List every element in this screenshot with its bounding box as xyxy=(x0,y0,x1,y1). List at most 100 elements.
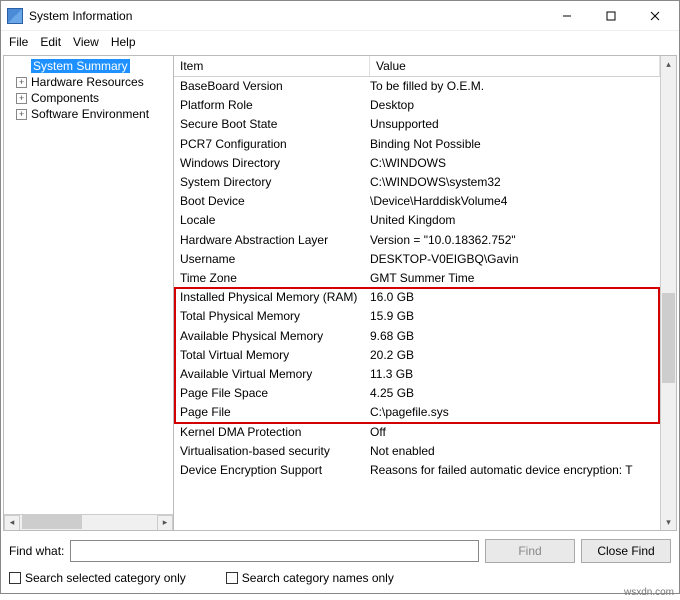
table-row[interactable]: System DirectoryC:\WINDOWS\system32 xyxy=(174,173,660,192)
table-row[interactable]: PCR7 ConfigurationBinding Not Possible xyxy=(174,135,660,154)
cell-item: PCR7 Configuration xyxy=(180,135,370,154)
maximize-button[interactable] xyxy=(589,2,633,30)
table-row[interactable]: LocaleUnited Kingdom xyxy=(174,211,660,230)
window: System Information File Edit View Help +… xyxy=(0,0,680,594)
cell-value: 4.25 GB xyxy=(370,384,654,403)
checkbox-icon xyxy=(226,572,238,584)
cell-item: Total Physical Memory xyxy=(180,307,370,326)
cell-item: Page File Space xyxy=(180,384,370,403)
cell-value: \Device\HarddiskVolume4 xyxy=(370,192,654,211)
cell-item: Available Physical Memory xyxy=(180,327,370,346)
watermark: wsxdn.com xyxy=(624,587,674,598)
cell-item: Hardware Abstraction Layer xyxy=(180,231,370,250)
window-title: System Information xyxy=(29,9,545,23)
cell-item: Kernel DMA Protection xyxy=(180,423,370,442)
tree-label: Hardware Resources xyxy=(31,75,144,89)
menubar: File Edit View Help xyxy=(1,31,679,53)
list-view[interactable]: Item Value BaseBoard VersionTo be filled… xyxy=(174,56,660,530)
table-row[interactable]: BaseBoard VersionTo be filled by O.E.M. xyxy=(174,77,660,96)
tree-view[interactable]: + System Summary + Hardware Resources + … xyxy=(4,56,174,530)
table-row[interactable]: Boot Device\Device\HarddiskVolume4 xyxy=(174,192,660,211)
table-row[interactable]: Windows DirectoryC:\WINDOWS xyxy=(174,154,660,173)
list-body: BaseBoard VersionTo be filled by O.E.M.P… xyxy=(174,77,660,480)
find-button[interactable]: Find xyxy=(485,539,575,563)
tree-horizontal-scrollbar[interactable]: ◂ ▸ xyxy=(4,514,173,530)
cell-item: Time Zone xyxy=(180,269,370,288)
cell-value: Off xyxy=(370,423,654,442)
table-row[interactable]: Secure Boot StateUnsupported xyxy=(174,115,660,134)
split-pane: + System Summary + Hardware Resources + … xyxy=(3,55,677,531)
table-row[interactable]: Device Encryption SupportReasons for fai… xyxy=(174,461,660,480)
find-label: Find what: xyxy=(9,544,64,558)
check-selected-category[interactable]: Search selected category only xyxy=(9,571,186,585)
cell-item: Username xyxy=(180,250,370,269)
cell-value: C:\WINDOWS\system32 xyxy=(370,173,654,192)
cell-item: Device Encryption Support xyxy=(180,461,370,480)
app-icon xyxy=(7,8,23,24)
cell-value: Binding Not Possible xyxy=(370,135,654,154)
table-row[interactable]: Total Virtual Memory20.2 GB xyxy=(174,346,660,365)
cell-value: Reasons for failed automatic device encr… xyxy=(370,461,654,480)
menu-file[interactable]: File xyxy=(9,35,28,49)
cell-value: C:\WINDOWS xyxy=(370,154,654,173)
scroll-left-icon[interactable]: ◂ xyxy=(4,515,20,531)
cell-value: 15.9 GB xyxy=(370,307,654,326)
scroll-down-icon[interactable]: ▾ xyxy=(661,514,676,530)
expand-icon[interactable]: + xyxy=(16,93,27,104)
check-category-names[interactable]: Search category names only xyxy=(226,571,394,585)
table-row[interactable]: Page FileC:\pagefile.sys xyxy=(174,403,660,422)
table-row[interactable]: Time ZoneGMT Summer Time xyxy=(174,269,660,288)
cell-value: DESKTOP-V0EIGBQ\Gavin xyxy=(370,250,654,269)
cell-item: Locale xyxy=(180,211,370,230)
tree-item-components[interactable]: + Components xyxy=(4,90,173,106)
table-row[interactable]: Available Virtual Memory11.3 GB xyxy=(174,365,660,384)
scroll-track[interactable] xyxy=(20,515,157,531)
tree-label: Software Environment xyxy=(31,107,149,121)
scroll-up-icon[interactable]: ▴ xyxy=(661,56,676,72)
minimize-button[interactable] xyxy=(545,2,589,30)
tree-item-system-summary[interactable]: + System Summary xyxy=(4,58,173,74)
expand-icon[interactable]: + xyxy=(16,77,27,88)
checkbox-icon xyxy=(9,572,21,584)
cell-value: To be filled by O.E.M. xyxy=(370,77,654,96)
table-row[interactable]: Available Physical Memory9.68 GB xyxy=(174,327,660,346)
menu-help[interactable]: Help xyxy=(111,35,136,49)
expand-icon[interactable]: + xyxy=(16,109,27,120)
table-row[interactable]: Total Physical Memory15.9 GB xyxy=(174,307,660,326)
table-row[interactable]: Installed Physical Memory (RAM)16.0 GB xyxy=(174,288,660,307)
find-options: Search selected category only Search cat… xyxy=(1,569,679,593)
cell-value: 16.0 GB xyxy=(370,288,654,307)
find-input[interactable] xyxy=(70,540,479,562)
close-find-button[interactable]: Close Find xyxy=(581,539,671,563)
scroll-thumb[interactable] xyxy=(662,293,675,383)
menu-edit[interactable]: Edit xyxy=(40,35,61,49)
scroll-thumb[interactable] xyxy=(22,515,82,529)
table-row[interactable]: Hardware Abstraction LayerVersion = "10.… xyxy=(174,231,660,250)
cell-item: Available Virtual Memory xyxy=(180,365,370,384)
vertical-scrollbar[interactable]: ▴ ▾ xyxy=(660,56,676,530)
scroll-track[interactable] xyxy=(661,72,676,514)
table-row[interactable]: UsernameDESKTOP-V0EIGBQ\Gavin xyxy=(174,250,660,269)
close-button[interactable] xyxy=(633,2,677,30)
titlebar: System Information xyxy=(1,1,679,31)
cell-value: United Kingdom xyxy=(370,211,654,230)
column-value[interactable]: Value xyxy=(370,56,660,76)
table-row[interactable]: Virtualisation-based securityNot enabled xyxy=(174,442,660,461)
cell-value: 20.2 GB xyxy=(370,346,654,365)
check-label: Search category names only xyxy=(242,571,394,585)
tree-item-software-environment[interactable]: + Software Environment xyxy=(4,106,173,122)
table-row[interactable]: Page File Space4.25 GB xyxy=(174,384,660,403)
scroll-right-icon[interactable]: ▸ xyxy=(157,515,173,531)
cell-item: System Directory xyxy=(180,173,370,192)
table-row[interactable]: Platform RoleDesktop xyxy=(174,96,660,115)
list-wrap: Item Value BaseBoard VersionTo be filled… xyxy=(174,56,676,530)
cell-value: C:\pagefile.sys xyxy=(370,403,654,422)
cell-item: Virtualisation-based security xyxy=(180,442,370,461)
table-row[interactable]: Kernel DMA ProtectionOff xyxy=(174,423,660,442)
cell-value: Not enabled xyxy=(370,442,654,461)
column-item[interactable]: Item xyxy=(174,56,370,76)
list-header: Item Value xyxy=(174,56,660,77)
tree-item-hardware-resources[interactable]: + Hardware Resources xyxy=(4,74,173,90)
cell-item: BaseBoard Version xyxy=(180,77,370,96)
menu-view[interactable]: View xyxy=(73,35,99,49)
